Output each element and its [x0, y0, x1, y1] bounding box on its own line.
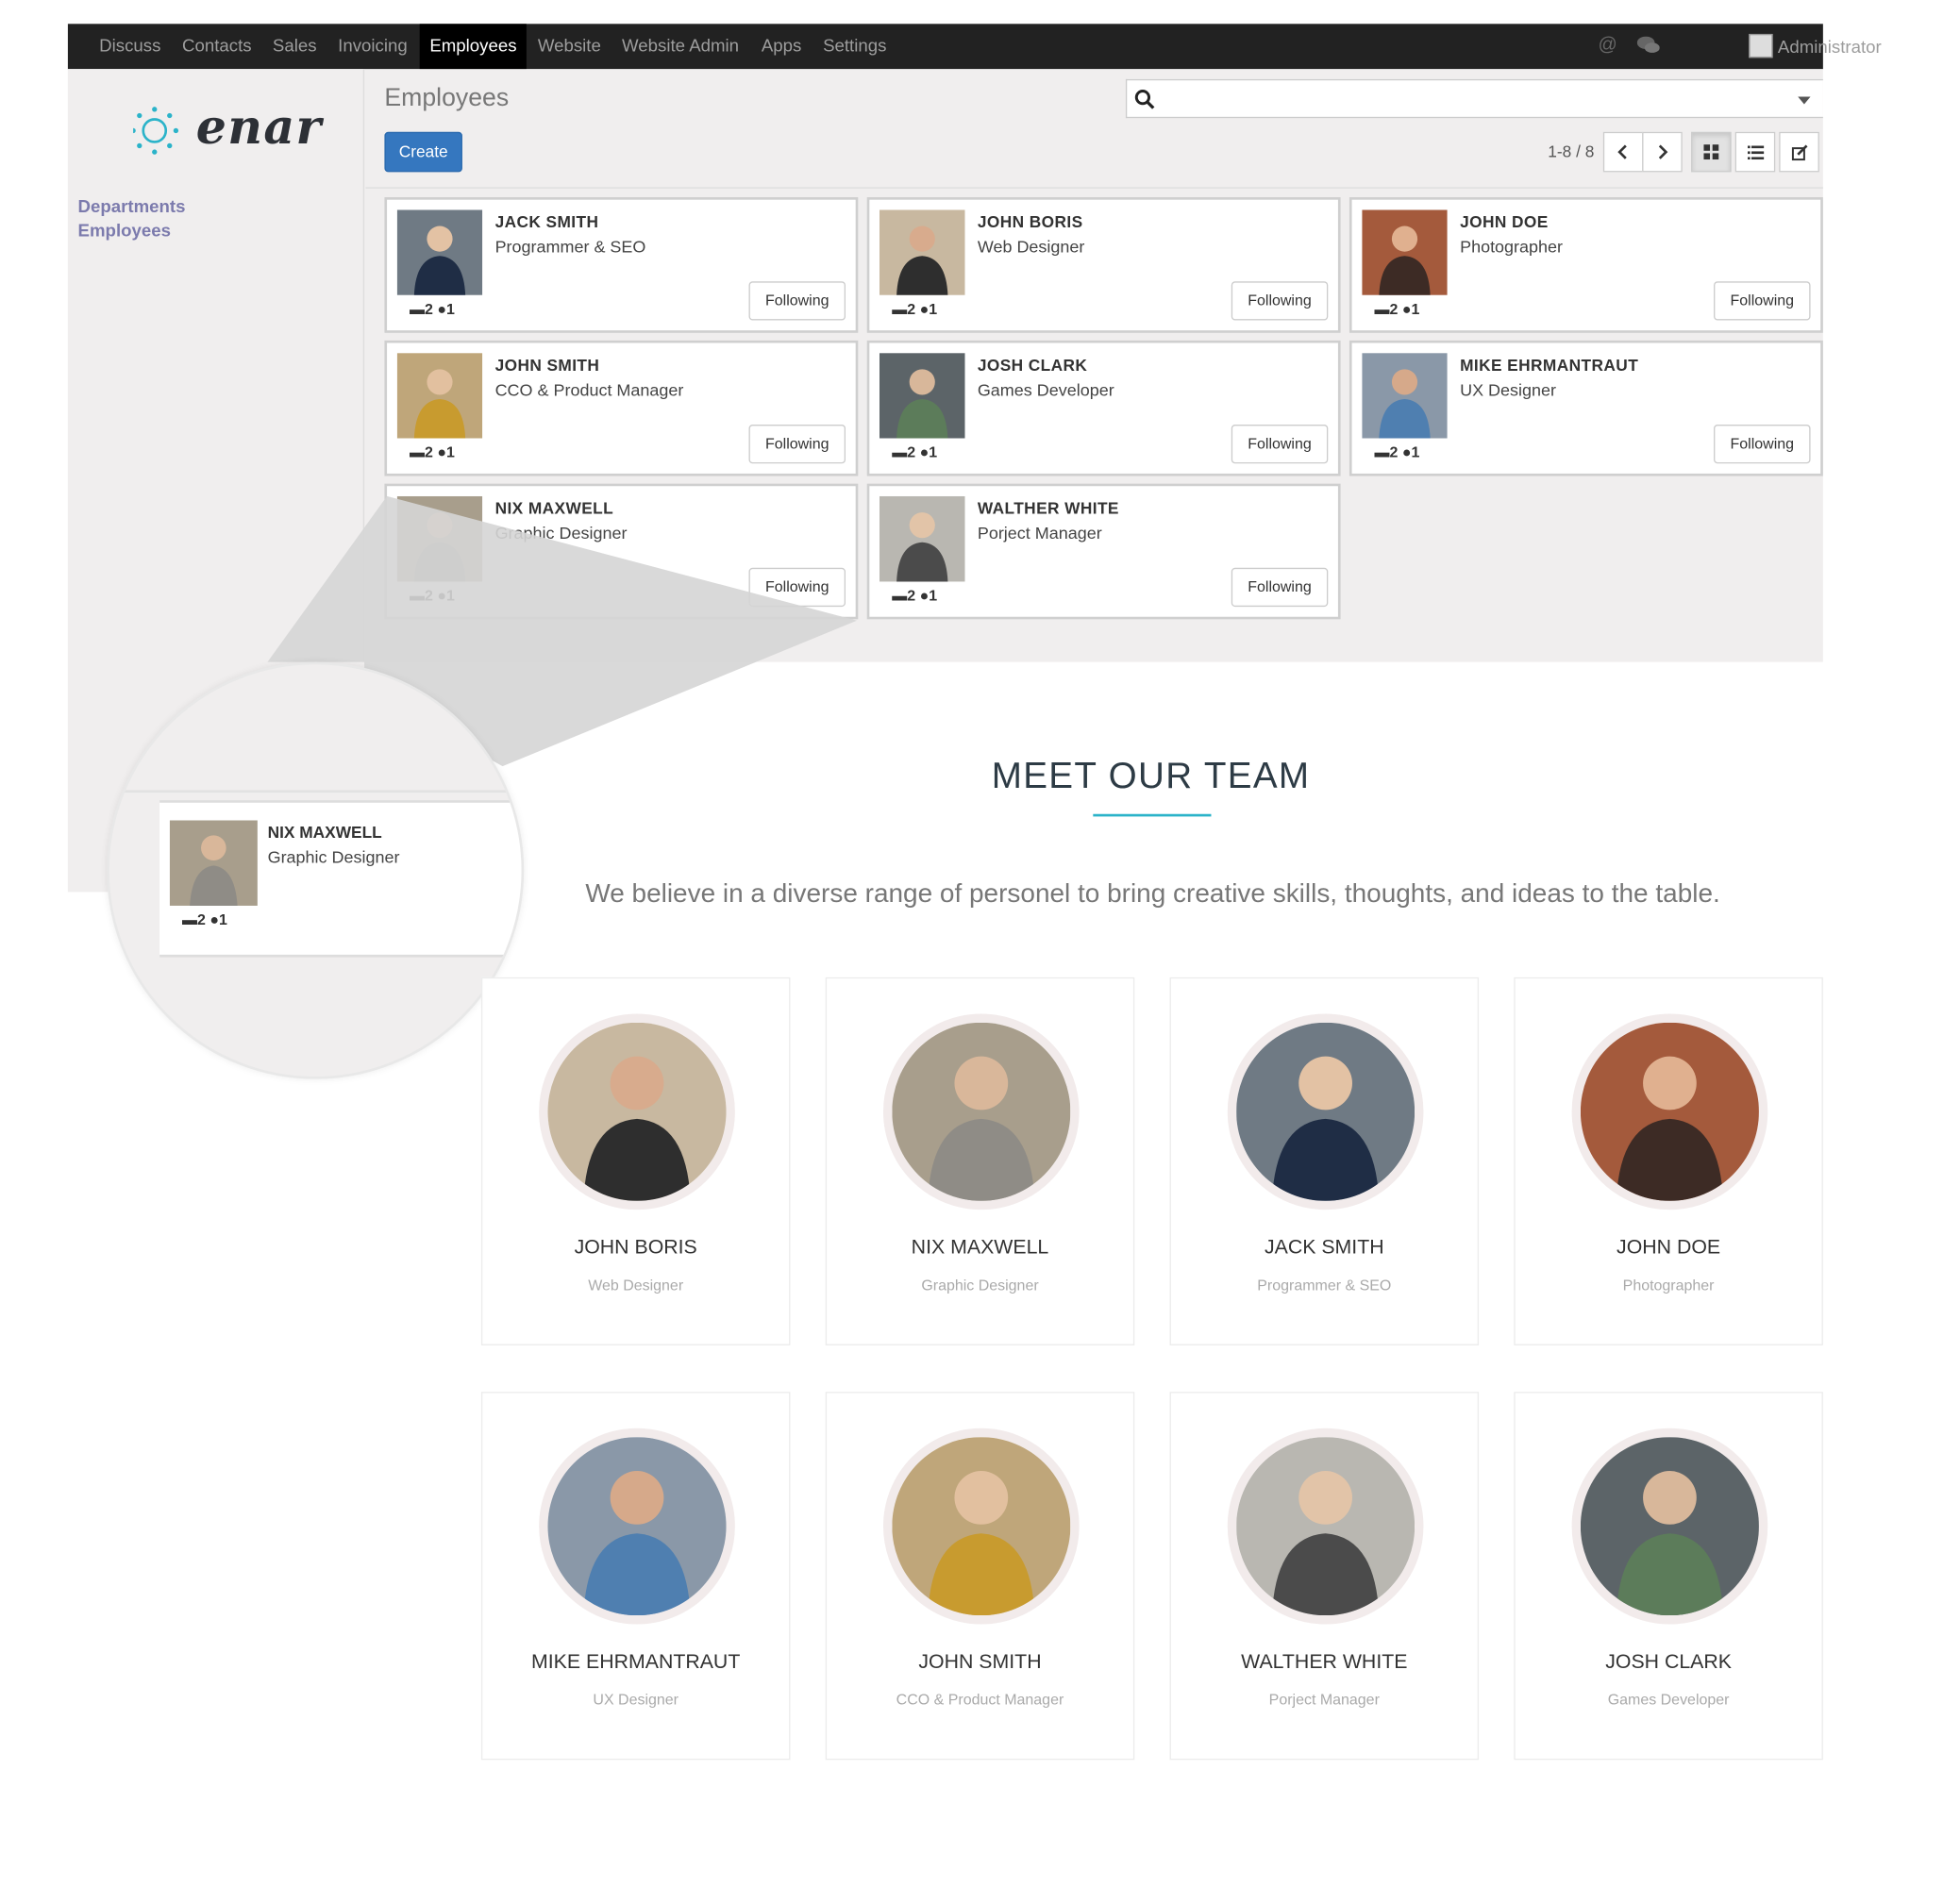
person-photo-icon — [1580, 1437, 1759, 1616]
team-member-role: Games Developer — [1607, 1691, 1730, 1709]
zoom-magnifier: NIX MAXWELL Graphic Designer ▬2 ●1 — [107, 661, 525, 1079]
heading-underline — [1093, 813, 1212, 817]
team-member-card: JOSH CLARK Games Developer — [1514, 1392, 1823, 1761]
person-photo-icon — [892, 1437, 1071, 1616]
team-member-card: NIX MAXWELL Graphic Designer — [825, 977, 1135, 1345]
team-member-card: JOHN SMITH CCO & Product Manager — [825, 1392, 1135, 1761]
team-heading: MEET OUR TEAM — [991, 756, 1311, 797]
team-member-card: WALTHER WHITE Porject Manager — [1169, 1392, 1480, 1761]
message-icon: ▬ — [182, 910, 198, 928]
team-member-photo — [1571, 1013, 1768, 1211]
team-member-card: JOHN DOE Photographer — [1514, 977, 1823, 1345]
zoom-divider — [109, 790, 522, 793]
team-member-photo — [1571, 1428, 1768, 1625]
zoom-message-count: 2 — [197, 910, 206, 928]
team-member-name: NIX MAXWELL — [911, 1237, 1049, 1260]
team-member-name: MIKE EHRMANTRAUT — [531, 1651, 741, 1674]
person-photo-icon — [169, 820, 258, 906]
team-member-name: WALTHER WHITE — [1241, 1651, 1408, 1674]
zoom-employee-name: NIX MAXWELL — [267, 823, 382, 843]
team-member-role: Programmer & SEO — [1257, 1276, 1392, 1294]
team-member-photo — [882, 1013, 1080, 1211]
person-photo-icon — [1580, 1022, 1759, 1201]
team-member-role: Web Designer — [588, 1276, 684, 1294]
team-member-photo — [539, 1013, 735, 1211]
team-member-role: UX Designer — [593, 1691, 678, 1709]
person-photo-icon — [547, 1022, 727, 1201]
team-member-role: CCO & Product Manager — [896, 1691, 1064, 1709]
team-intro: We believe in a diverse range of persone… — [585, 878, 1720, 909]
person-photo-icon — [1236, 1022, 1416, 1201]
person-photo-icon — [547, 1437, 727, 1616]
team-member-name: JOHN DOE — [1617, 1237, 1721, 1260]
team-member-role: Photographer — [1622, 1276, 1715, 1294]
zoom-employee-title: Graphic Designer — [267, 847, 400, 867]
team-member-card: JOHN BORIS Web Designer — [480, 977, 791, 1345]
team-member-role: Porject Manager — [1268, 1691, 1380, 1709]
team-member-photo — [1227, 1428, 1424, 1625]
team-member-role: Graphic Designer — [921, 1276, 1039, 1294]
team-member-card: MIKE EHRMANTRAUT UX Designer — [480, 1392, 791, 1761]
team-member-name: JOSH CLARK — [1605, 1651, 1732, 1674]
zoom-employee-card: NIX MAXWELL Graphic Designer ▬2 ●1 — [159, 800, 522, 958]
zoom-counts: ▬2 ●1 — [182, 910, 227, 928]
team-member-photo — [1227, 1013, 1424, 1211]
followers-icon: ● — [209, 910, 220, 928]
person-photo-icon — [1236, 1437, 1416, 1616]
zoom-avatar — [169, 820, 258, 906]
zoom-follower-count: 1 — [219, 910, 227, 928]
team-member-name: JOHN BORIS — [574, 1237, 697, 1260]
team-member-card: JACK SMITH Programmer & SEO — [1169, 977, 1480, 1345]
team-member-name: JOHN SMITH — [918, 1651, 1042, 1674]
person-photo-icon — [892, 1022, 1071, 1201]
team-member-name: JACK SMITH — [1264, 1237, 1384, 1260]
team-member-photo — [882, 1428, 1080, 1625]
team-member-photo — [539, 1428, 735, 1625]
screenshot-canvas: Discuss Contacts Sales Invoicing Employe… — [0, 0, 1960, 1887]
